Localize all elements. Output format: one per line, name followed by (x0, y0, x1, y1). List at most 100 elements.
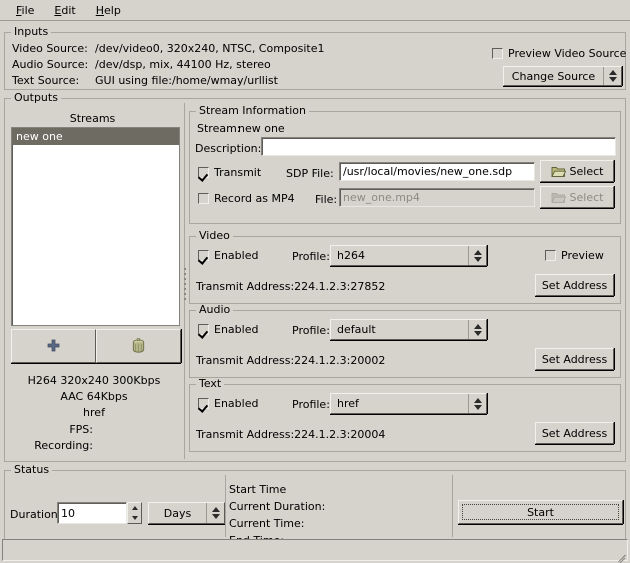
start-time-value (286, 483, 290, 496)
sdp-select-label: Select (569, 164, 604, 178)
text-profile-combobox[interactable]: href (330, 393, 487, 414)
audio-set-address-button[interactable]: Set Address (535, 348, 614, 370)
time-info-panel: Start Time Current Duration: Current Tim… (229, 483, 329, 547)
text-set-address-button[interactable]: Set Address (535, 422, 614, 444)
resize-grip[interactable] (615, 548, 629, 563)
menu-file[interactable]: File (6, 2, 44, 19)
record-as-mp4-label: Record as MP4 (214, 192, 295, 205)
chevron-up-icon (608, 70, 617, 75)
record-as-mp4-checkbox[interactable]: Record as MP4 (198, 192, 295, 205)
chevron-down-icon (608, 77, 617, 82)
change-source-combobutton[interactable]: Change Source (503, 66, 622, 86)
sdp-file-label: SDP File: (286, 167, 334, 180)
sdp-file-input[interactable]: /usr/local/movies/new_one.sdp (339, 162, 535, 181)
fps-value (93, 423, 97, 436)
inputs-group: Inputs Video Source: /dev/video0, 320x24… (4, 26, 626, 90)
duration-stepper[interactable] (127, 502, 142, 524)
audio-legend: Audio (196, 304, 234, 315)
video-profile-combobox[interactable]: h264 (330, 245, 487, 266)
stream-name-value: new one (238, 122, 285, 135)
duration-label: Duration: (10, 508, 62, 521)
streams-list[interactable]: new one (11, 127, 180, 326)
status-bar (2, 539, 628, 561)
status-legend: Status (11, 464, 53, 475)
video-enabled-checkbox[interactable]: Enabled (198, 249, 258, 262)
fps-label: FPS: (69, 423, 93, 436)
duration-input[interactable]: 10 (57, 502, 127, 524)
audio-profile-value: default (337, 323, 376, 336)
transmit-checkbox-box[interactable] (198, 167, 209, 178)
splitter-dot (183, 298, 186, 300)
video-preview-label: Preview (561, 249, 604, 262)
splitter-dot (183, 283, 186, 285)
text-profile-spinner[interactable] (468, 394, 486, 413)
video-preview-checkbox-box[interactable] (545, 250, 556, 261)
audio-enabled-checkbox[interactable]: Enabled (198, 323, 258, 336)
menu-help-label: elp (104, 3, 121, 17)
video-transmit-address-value: 224.1.2.3:27852 (294, 280, 386, 293)
audio-set-address-label: Set Address (541, 352, 608, 366)
duration-spinbox[interactable]: 10 (57, 502, 142, 524)
audio-profile-combobox[interactable]: default (330, 319, 487, 340)
status-divider-left (225, 475, 226, 537)
summary-line-video: H264 320x240 300Kbps (27, 374, 161, 387)
chevron-up-icon (473, 397, 482, 403)
transmit-label: Transmit (214, 166, 262, 179)
video-preview-checkbox[interactable]: Preview (545, 249, 604, 262)
duration-units-value: Days (163, 506, 192, 520)
record-file-select-label: Select (569, 190, 604, 204)
duration-units-spinner[interactable] (206, 503, 224, 523)
duration-units-combobox[interactable]: Days (148, 502, 225, 524)
folder-icon (550, 166, 566, 177)
video-profile-spinner[interactable] (468, 246, 486, 265)
record-as-mp4-checkbox-box[interactable] (198, 193, 209, 204)
menu-help[interactable]: Help (86, 2, 131, 19)
sdp-select-button[interactable]: Select (540, 160, 614, 182)
add-stream-button[interactable] (11, 329, 96, 363)
text-enabled-label: Enabled (214, 397, 259, 410)
start-time-label: Start Time (229, 483, 287, 496)
audio-enabled-label: Enabled (214, 323, 259, 336)
record-file-input[interactable]: new_one.mp4 (339, 188, 535, 207)
menu-edit[interactable]: Edit (44, 2, 85, 19)
video-profile-label: Profile: (292, 250, 330, 263)
chevron-up-icon (211, 507, 220, 512)
preview-video-source-checkbox[interactable]: Preview Video Source (492, 47, 626, 60)
video-profile-value: h264 (337, 249, 365, 262)
list-item[interactable]: new one (12, 128, 179, 145)
streams-header: Streams (69, 112, 116, 125)
text-enabled-checkbox[interactable]: Enabled (198, 397, 258, 410)
splitter-dot (183, 278, 186, 280)
stream-information-group: Stream Information Stream: new one Descr… (189, 105, 621, 224)
text-transmit-address-value: 224.1.2.3:20004 (294, 428, 386, 441)
text-enabled-checkbox-box[interactable] (198, 398, 209, 409)
outputs-group: Outputs Streams new one H264 320x240 300… (4, 92, 626, 462)
menu-edit-label: dit (61, 3, 76, 17)
summary-line-audio: AAC 64Kbps (60, 390, 128, 403)
transmit-checkbox[interactable]: Transmit (198, 166, 261, 179)
video-enabled-checkbox-box[interactable] (198, 250, 209, 261)
audio-profile-spinner[interactable] (468, 320, 486, 339)
start-button[interactable]: Start (458, 500, 623, 524)
text-group: Text Enabled Profile: href Transmit Addr… (189, 378, 621, 452)
pane-splitter-handle[interactable] (182, 259, 187, 309)
video-set-address-label: Set Address (541, 278, 608, 292)
current-duration-label: Current Duration: (229, 500, 326, 513)
delete-stream-button[interactable] (96, 329, 181, 363)
duration-step-down[interactable] (128, 513, 141, 523)
folder-icon (550, 192, 566, 203)
current-time-label: Current Time: (229, 517, 305, 530)
preview-video-source-checkbox-box[interactable] (492, 48, 503, 59)
text-source-value: GUI using file:/home/wmay/urllist (95, 74, 278, 87)
change-source-spinner[interactable] (603, 67, 621, 85)
audio-transmit-address-value: 224.1.2.3:20002 (294, 354, 386, 367)
text-transmit-address-label: Transmit Address: (196, 428, 295, 441)
status-group: Status Duration: 10 Days Start Time Curr… (4, 464, 626, 547)
description-input[interactable] (261, 137, 616, 156)
recording-label: Recording: (34, 439, 93, 452)
duration-step-up[interactable] (128, 503, 141, 513)
video-set-address-button[interactable]: Set Address (535, 274, 614, 296)
audio-enabled-checkbox-box[interactable] (198, 324, 209, 335)
plus-icon (47, 339, 60, 351)
audio-transmit-address-label: Transmit Address: (196, 354, 295, 367)
